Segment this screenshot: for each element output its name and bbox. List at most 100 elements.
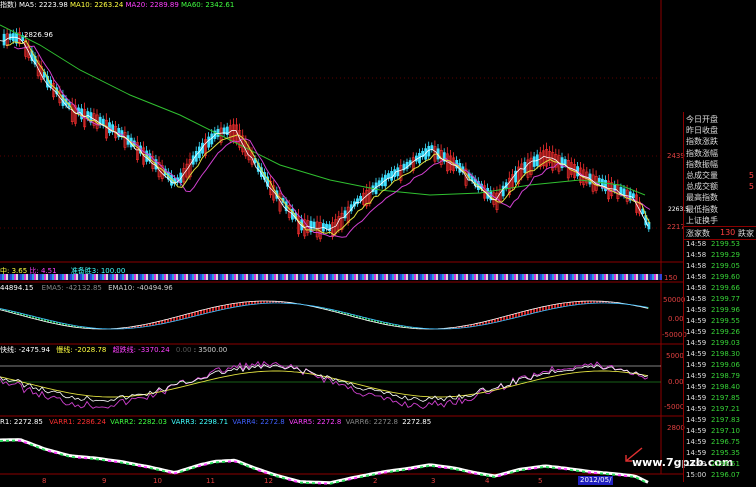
strip-band-bar [266, 274, 268, 280]
strip-band-bar [476, 274, 478, 280]
panel4-trend-line [0, 438, 649, 485]
panel4-trend-segment [359, 475, 364, 479]
strip-band-bar [226, 274, 228, 280]
strip-band-bar [514, 274, 516, 280]
strip-band-bar [622, 274, 624, 280]
strip-band-bar [410, 274, 412, 280]
tick-price: 2199.53 [711, 240, 740, 248]
strip-band-bar [616, 274, 618, 280]
stock-chart[interactable] [0, 0, 683, 487]
panel4-trend-segment [35, 445, 40, 449]
strip-band-bar [150, 274, 152, 280]
fast-line-legend: 快线: -2475.94 [0, 346, 51, 354]
tick-price: 2199.77 [711, 295, 740, 303]
tick-price: 2198.30 [711, 350, 740, 358]
strip-band-bar [184, 274, 186, 280]
panel4-trend-segment [515, 469, 520, 473]
strip-band-bar [142, 274, 144, 280]
panel4-trend-segment [233, 460, 238, 464]
panel4-trend-segment [281, 476, 286, 480]
strip-band-bar [246, 274, 248, 280]
tick-time: 14:58 [686, 295, 707, 303]
strip-band-bar [260, 274, 262, 280]
panel2-axis-top: 50000 [663, 296, 686, 304]
index-name: 指数) [0, 1, 17, 9]
strip-band-bar [572, 274, 574, 280]
strip-band-bar [408, 274, 410, 280]
candle-body [325, 223, 328, 229]
strip-band-bar [580, 274, 582, 280]
strip-band-bar [324, 274, 326, 280]
strip-band-bar [566, 274, 568, 280]
strip-band-bar [584, 274, 586, 280]
tick-price: 2199.60 [711, 273, 740, 281]
panel4-trend-segment [179, 470, 184, 474]
strip-band-bar [602, 274, 604, 280]
tick-time: 14:58 [686, 273, 707, 281]
tick-price: 2199.29 [711, 251, 740, 259]
strip-band-bar [500, 274, 502, 280]
strip-band-bar [164, 274, 166, 280]
strip-band-bar [198, 274, 200, 280]
strip-band-bar [470, 274, 472, 280]
strip-band-bar [170, 274, 172, 280]
panel4-trend-segment [425, 464, 430, 468]
strip-band-bar [452, 274, 454, 280]
strip-band-bar [204, 274, 206, 280]
strip-band-bar [512, 274, 514, 280]
strip-band-bar [552, 274, 554, 280]
panel2-ema5-line [0, 300, 649, 330]
panel3-oversold-line [0, 360, 649, 410]
tick-time: 14:59 [686, 350, 707, 358]
strip-band-bar [436, 274, 438, 280]
panel3-zero-legend: 0.00 [175, 346, 192, 354]
panel4-trend-segment [23, 441, 28, 445]
tick-time: 14:59 [686, 317, 707, 325]
panel4-trend-segment [197, 464, 202, 468]
strip-band-bar [384, 274, 386, 280]
rise-count-label: 涨家数 [686, 229, 710, 238]
strip-band-bar [660, 274, 662, 280]
strip-band-bar [428, 274, 430, 280]
panel3-axis-mid: 0.00 [668, 378, 684, 386]
candle-body [216, 128, 220, 137]
peak-price-label: 2826.96 [24, 31, 53, 39]
strip-band-bar [578, 274, 580, 280]
panel4-trend-segment [161, 469, 166, 473]
tick-price: 2197.10 [711, 427, 740, 435]
strip-band-bar [290, 274, 292, 280]
panel4-trend-segment [143, 465, 148, 469]
strip-band-bar [134, 274, 136, 280]
strip-band-bar [318, 274, 320, 280]
strip-band-bar [148, 274, 150, 280]
strip-band-bar [236, 274, 238, 280]
ma5-legend: MA5: 2223.98 [18, 1, 68, 9]
strip-band-bar [446, 274, 448, 280]
strip-band-bar [574, 274, 576, 280]
strip-band-bar [282, 274, 284, 280]
panel4-trend-segment [257, 469, 262, 473]
strip-band-bar [592, 274, 594, 280]
strip-band-bar [320, 274, 322, 280]
panel2-ema10-line [0, 302, 649, 330]
strip-band-bar [336, 274, 338, 280]
strip-band-bar [388, 274, 390, 280]
strip-band-bar [596, 274, 598, 280]
strip-band-bar [178, 274, 180, 280]
panel4-trend-segment [287, 478, 292, 482]
strip-band-bar [390, 274, 392, 280]
tick-row: 14:58 2199.66 [684, 283, 756, 294]
strip-band-bar [258, 274, 260, 280]
strip-band-bar [284, 274, 286, 280]
strip-band-bar [438, 274, 440, 280]
strip-band-bar [352, 274, 354, 280]
strip-band-bar [380, 274, 382, 280]
tick-row: 14:59 2199.55 [684, 316, 756, 327]
tick-time: 15:00 [686, 471, 707, 479]
strip-band-bar [652, 274, 654, 280]
strip-band-bar [450, 274, 452, 280]
strip-band-bar [394, 274, 396, 280]
strip-band-bar [644, 274, 646, 280]
strip-band-bar [160, 274, 162, 280]
strip-band-bar [510, 274, 512, 280]
